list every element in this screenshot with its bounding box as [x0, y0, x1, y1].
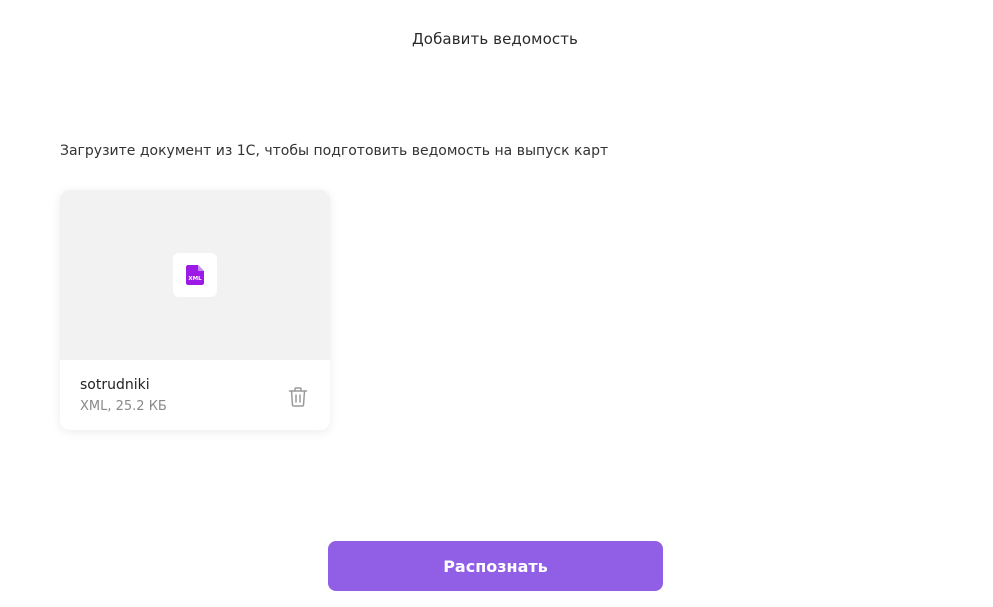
upload-instruction: Загрузите документ из 1С, чтобы подготов…	[60, 143, 609, 159]
recognize-button[interactable]: Распознать	[328, 541, 663, 591]
delete-file-button[interactable]	[286, 385, 310, 409]
trash-icon	[288, 387, 308, 407]
page-title: Добавить ведомость	[411, 30, 578, 48]
xml-file-icon: XML	[186, 265, 204, 285]
file-preview: XML	[60, 190, 330, 360]
file-icon-container: XML	[173, 253, 217, 297]
add-statement-page: Добавить ведомость Загрузите документ из…	[0, 0, 993, 607]
file-name: sotrudniki	[80, 377, 150, 393]
uploaded-file-card[interactable]: XML sotrudniki XML, 25.2 КБ	[60, 190, 330, 430]
file-info: sotrudniki XML, 25.2 КБ	[60, 360, 330, 430]
xml-icon-label: XML	[188, 276, 202, 282]
file-meta: XML, 25.2 КБ	[80, 399, 167, 414]
